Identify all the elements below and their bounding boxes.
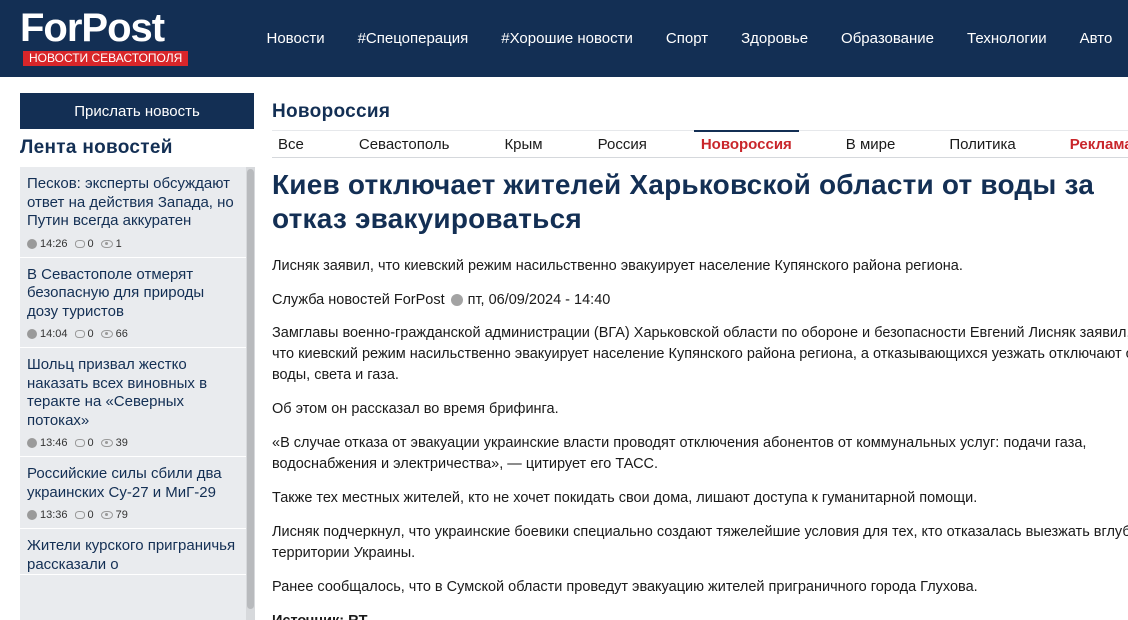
tab-world[interactable]: В мире <box>846 131 896 157</box>
eye-icon <box>100 439 113 447</box>
eye-icon <box>100 239 113 248</box>
section-title: Новороссия <box>272 101 391 122</box>
feed-item-time: 14:04 <box>40 328 68 340</box>
feed-item-meta: 14:26 0 1 <box>27 231 238 257</box>
feed-item-title[interactable]: Российские силы сбили два украинских Су-… <box>27 465 238 502</box>
news-feed-list: Песков: эксперты обсуждают ответ на дейс… <box>20 167 246 575</box>
tab-advertising[interactable]: Реклама <box>1070 131 1128 157</box>
feed-scrollbar-thumb[interactable] <box>247 169 254 609</box>
article-body: Замглавы военно-гражданской администраци… <box>272 323 1128 620</box>
comment-icon <box>74 511 85 519</box>
logo-subtitle: НОВОСТИ СЕВАСТОПОЛЯ <box>23 51 189 66</box>
feed-item-time: 13:36 <box>40 509 68 521</box>
feed-item-comments: 0 <box>87 509 94 521</box>
tab-all[interactable]: Все <box>278 131 304 157</box>
nav-item-good-news[interactable]: #Хорошие новости <box>485 0 650 77</box>
comment-icon <box>74 439 85 447</box>
feed-item-time: 13:46 <box>40 437 68 449</box>
feed-item-title[interactable]: Жители курского приграничья рассказали о <box>27 537 238 574</box>
article-author[interactable]: Служба новостей ForPost <box>272 291 445 309</box>
comment-icon <box>74 330 85 338</box>
comment-icon <box>74 239 85 248</box>
nav-item-sport[interactable]: Спорт <box>649 0 724 77</box>
feed-item[interactable]: Шольц призвал жестко наказать всех винов… <box>20 348 246 457</box>
article-paragraph: Замглавы военно-гражданской администраци… <box>272 325 1128 383</box>
news-feed: Песков: эксперты обсуждают ответ на дейс… <box>20 167 255 620</box>
feed-item[interactable]: Жители курского приграничья рассказали о <box>20 529 246 575</box>
article-paragraph: «В случае отказа от эвакуации украинские… <box>272 435 1087 472</box>
feed-item-title[interactable]: В Севастополе отмерят безопасную для при… <box>27 266 238 322</box>
nav-item-news[interactable]: Новости <box>250 0 341 77</box>
tab-politics[interactable]: Политика <box>949 131 1015 157</box>
feed-item[interactable]: Песков: эксперты обсуждают ответ на дейс… <box>20 167 246 258</box>
category-tabs: Все Севастополь Крым Россия Новороссия В… <box>272 130 1128 158</box>
feed-item-title[interactable]: Песков: эксперты обсуждают ответ на дейс… <box>27 175 238 231</box>
clock-icon <box>27 438 37 448</box>
feed-scrollbar[interactable] <box>246 167 255 620</box>
clock-icon <box>27 329 37 339</box>
feed-item-views: 66 <box>115 328 128 340</box>
clock-icon <box>27 510 37 520</box>
logo-title: ForPost <box>20 6 165 50</box>
main-nav: Новости #Спецоперация #Хорошие новости С… <box>250 0 1128 77</box>
nav-item-special-operation[interactable]: #Спецоперация <box>341 0 485 77</box>
site-logo[interactable]: ForPost НОВОСТИ СЕВАСТОПОЛЯ <box>20 6 189 70</box>
article-headline: Киев отключает жителей Харьковской облас… <box>272 169 1094 234</box>
feed-item-meta: 13:36 0 79 <box>27 502 238 528</box>
tab-crimea[interactable]: Крым <box>504 131 542 157</box>
feed-item-comments: 0 <box>87 328 94 340</box>
article-paragraph: Об этом он рассказал во время брифинга. <box>272 401 559 417</box>
feed-item[interactable]: Российские силы сбили два украинских Су-… <box>20 457 246 529</box>
article-date: пт, 06/09/2024 - 14:40 <box>467 292 611 308</box>
article-paragraph: Также тех местных жителей, кто не хочет … <box>272 490 978 506</box>
clock-icon <box>27 238 37 249</box>
tab-novorossiya[interactable]: Новороссия <box>693 130 799 157</box>
article-byline: Служба новостей ForPost пт, 06/09/2024 -… <box>272 291 610 309</box>
article-lead: Лисняк заявил, что киевский режим насиль… <box>272 258 963 274</box>
feed-item-meta: 14:04 0 66 <box>27 321 238 347</box>
article-source[interactable]: Источник: RT <box>272 611 1128 620</box>
eye-icon <box>100 511 113 519</box>
site-header: ForPost НОВОСТИ СЕВАСТОПОЛЯ Новости #Спе… <box>0 0 1128 77</box>
feed-item-comments: 0 <box>87 437 94 449</box>
feed-item-views: 1 <box>115 237 122 250</box>
article-paragraph: Лисняк подчеркнул, что украинские боевик… <box>272 524 1128 561</box>
nav-item-health[interactable]: Здоровье <box>725 0 825 77</box>
feed-item-meta: 13:46 0 39 <box>27 430 238 456</box>
feed-item-comments: 0 <box>87 237 94 250</box>
clock-icon <box>450 294 463 306</box>
send-news-button[interactable]: Прислать новость <box>20 93 254 129</box>
nav-item-technology[interactable]: Технологии <box>951 0 1064 77</box>
eye-icon <box>100 330 113 338</box>
article-paragraph: Ранее сообщалось, что в Сумской области … <box>272 579 978 595</box>
feed-item-views: 39 <box>115 437 128 449</box>
nav-item-education[interactable]: Образование <box>825 0 951 77</box>
feed-item[interactable]: В Севастополе отмерят безопасную для при… <box>20 258 246 348</box>
feed-item-title[interactable]: Шольц призвал жестко наказать всех винов… <box>27 356 238 430</box>
feed-title: Лента новостей <box>20 137 173 158</box>
tab-russia[interactable]: Россия <box>598 131 647 157</box>
feed-item-time: 14:26 <box>40 237 68 250</box>
tab-sevastopol[interactable]: Севастополь <box>359 131 450 157</box>
feed-item-views: 79 <box>115 509 128 521</box>
nav-item-auto[interactable]: Авто <box>1063 0 1128 77</box>
